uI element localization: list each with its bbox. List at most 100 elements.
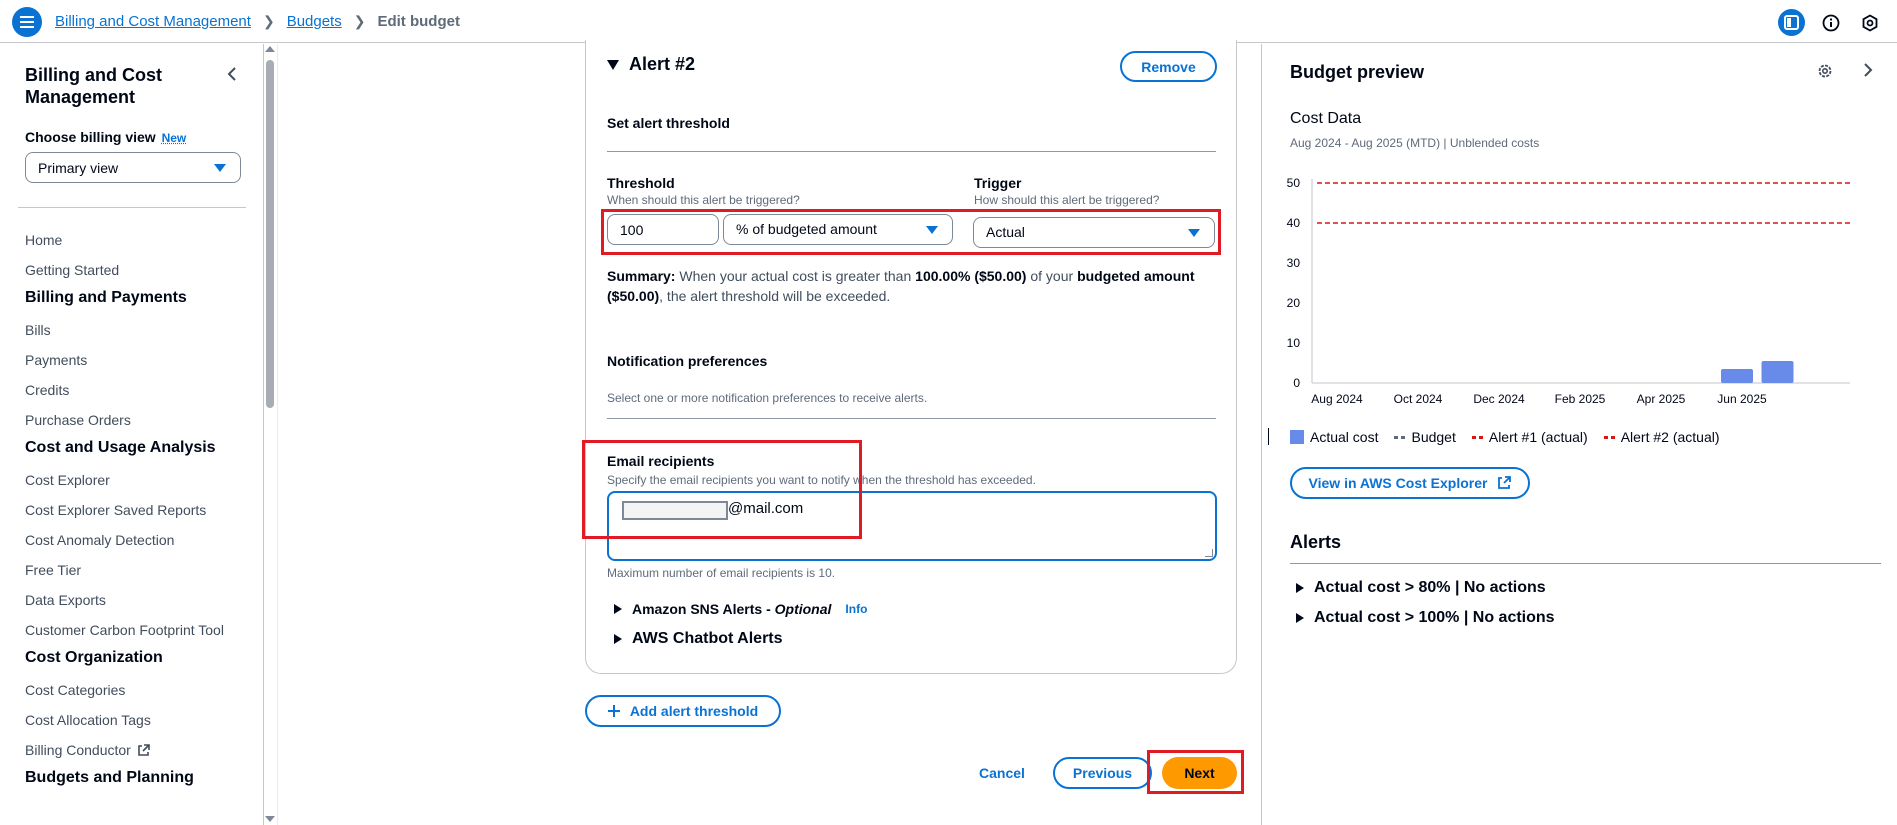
- sidebar-item-cost-categories[interactable]: Cost Categories: [25, 682, 240, 712]
- y-tick-label: 20: [1287, 296, 1301, 310]
- sidebar-heading-cost-organization: Cost Organization: [25, 649, 163, 666]
- new-badge[interactable]: New: [162, 131, 187, 145]
- gear-icon[interactable]: [1816, 62, 1836, 82]
- alert-expander[interactable]: Alert #2: [607, 54, 695, 75]
- sns-alerts-expander[interactable]: Amazon SNS Alerts - Optional Info: [614, 601, 867, 617]
- y-tick-label: 30: [1287, 256, 1301, 270]
- cost-chart: 0 10 20 30 40 50 Aug 2024 Oct 2024 Dec 2024 Feb 2…: [1287, 176, 1850, 406]
- x-tick-label: Oct 2024: [1394, 392, 1443, 406]
- panel-toggle-icon[interactable]: [1778, 9, 1805, 36]
- legend-swatch: [1603, 435, 1615, 439]
- billing-view-label: Choose billing view New: [25, 129, 186, 145]
- panel-divider: [1261, 44, 1262, 825]
- legend-item-alert-1[interactable]: Alert #1 (actual): [1471, 429, 1588, 445]
- sidebar-item-data-exports[interactable]: Data Exports: [25, 592, 240, 622]
- billing-view-value: Primary view: [38, 160, 119, 176]
- sidebar-divider: [18, 207, 246, 208]
- sidebar-heading-billing-payments: Billing and Payments: [25, 289, 187, 306]
- legend-swatch: [1290, 430, 1304, 444]
- add-alert-threshold-button[interactable]: Add alert threshold: [585, 695, 781, 727]
- sidebar-scrollbar-thumb[interactable]: [266, 60, 274, 408]
- threshold-section-title: Set alert threshold: [607, 115, 730, 131]
- alert-summary: Summary: When your actual cost is greate…: [607, 266, 1219, 306]
- remove-button[interactable]: Remove: [1120, 51, 1217, 82]
- scroll-down-arrow-icon[interactable]: [265, 816, 275, 822]
- alert-row-label: Actual cost > 80% | No actions: [1314, 579, 1546, 596]
- top-icons: [1778, 9, 1883, 36]
- sns-info-link[interactable]: Info: [845, 602, 867, 616]
- external-link-icon: [1498, 476, 1512, 489]
- sidebar-item-anomaly-detection[interactable]: Cost Anomaly Detection: [25, 532, 240, 562]
- caret-right-icon: [1296, 583, 1304, 593]
- sidebar-item-getting-started[interactable]: Getting Started: [25, 262, 240, 292]
- caret-down-icon: [1188, 229, 1200, 237]
- billing-view-select[interactable]: Primary view: [25, 152, 241, 183]
- scroll-up-arrow-icon[interactable]: [265, 46, 275, 52]
- caret-down-icon: [926, 226, 938, 234]
- info-icon[interactable]: [1817, 9, 1844, 36]
- collapse-sidebar-icon[interactable]: [222, 64, 242, 84]
- email-domain-text: @mail.com: [728, 500, 804, 517]
- legend-item-actual-cost[interactable]: Actual cost: [1290, 429, 1378, 445]
- sidebar-item-billing-conductor[interactable]: Billing Conductor: [25, 742, 240, 772]
- section-divider: [607, 418, 1216, 419]
- threshold-input[interactable]: 100: [607, 214, 719, 245]
- breadcrumb-budgets[interactable]: Budgets: [287, 13, 342, 30]
- settings-hexagon-icon[interactable]: [1856, 9, 1883, 36]
- legend-swatch: [1471, 435, 1483, 439]
- alert-row-2[interactable]: Actual cost > 100% | No actions: [1296, 609, 1555, 627]
- chart-legend: Actual cost Budget Alert #1 (actual) Ale…: [1290, 429, 1720, 445]
- sidebar-item-cost-allocation-tags[interactable]: Cost Allocation Tags: [25, 712, 240, 742]
- legend-item-budget[interactable]: Budget: [1394, 429, 1456, 445]
- summary-text-1: When your actual cost is greater than: [675, 268, 916, 284]
- sidebar: Billing and Cost Management Choose billi…: [0, 44, 264, 825]
- sidebar-item-free-tier[interactable]: Free Tier: [25, 562, 240, 592]
- chatbot-alerts-expander[interactable]: AWS Chatbot Alerts: [614, 630, 783, 648]
- caret-down-icon: [214, 164, 226, 172]
- threshold-unit-select[interactable]: % of budgeted amount: [723, 214, 953, 245]
- section-divider: [607, 151, 1216, 152]
- next-button[interactable]: Next: [1162, 757, 1237, 789]
- chevron-right-icon[interactable]: [1862, 62, 1882, 82]
- view-in-cost-explorer-button[interactable]: View in AWS Cost Explorer: [1290, 467, 1530, 499]
- alert-title: Alert #2: [629, 54, 696, 74]
- breadcrumb: Billing and Cost Management ❯ Budgets ❯ …: [55, 13, 460, 30]
- resize-grip-icon[interactable]: [1205, 549, 1213, 557]
- billing-view-label-text: Choose billing view: [25, 129, 156, 145]
- sidebar-item-credits[interactable]: Credits: [25, 382, 240, 412]
- sidebar-item-payments[interactable]: Payments: [25, 352, 240, 382]
- add-alert-threshold-label: Add alert threshold: [629, 703, 759, 719]
- email-recipients-textarea[interactable]: @mail.com: [607, 491, 1217, 561]
- chatbot-alerts-label: AWS Chatbot Alerts: [632, 630, 783, 647]
- sidebar-heading-budgets-planning: Budgets and Planning: [25, 769, 194, 786]
- alerts-divider: [1290, 563, 1881, 564]
- sidebar-heading-cost-usage: Cost and Usage Analysis: [25, 439, 216, 456]
- y-tick-label: 40: [1287, 216, 1301, 230]
- trigger-select[interactable]: Actual: [973, 217, 1215, 248]
- menu-icon[interactable]: [12, 7, 42, 37]
- y-tick-label: 50: [1287, 176, 1301, 190]
- bar-actual-cost: [1761, 361, 1794, 383]
- previous-button[interactable]: Previous: [1053, 757, 1152, 789]
- breadcrumb-billing[interactable]: Billing and Cost Management: [55, 13, 251, 30]
- external-link-icon: [137, 744, 150, 760]
- email-recipients-description: Specify the email recipients you want to…: [607, 473, 1036, 487]
- alert-row-1[interactable]: Actual cost > 80% | No actions: [1296, 579, 1546, 597]
- summary-text-2: of your: [1026, 268, 1078, 284]
- sidebar-item-purchase-orders[interactable]: Purchase Orders: [25, 412, 240, 442]
- sidebar-item-saved-reports[interactable]: Cost Explorer Saved Reports: [25, 502, 240, 532]
- sidebar-item-home[interactable]: Home: [25, 232, 240, 262]
- sidebar-item-bills[interactable]: Bills: [25, 322, 240, 352]
- sidebar-item-carbon-footprint[interactable]: Customer Carbon Footprint Tool: [25, 622, 240, 652]
- bar-actual-cost: [1721, 369, 1753, 383]
- cancel-button[interactable]: Cancel: [979, 765, 1025, 781]
- caret-right-icon: [614, 634, 622, 644]
- summary-percent: 100.00% ($50.00): [915, 268, 1027, 284]
- sidebar-item-cost-explorer[interactable]: Cost Explorer: [25, 472, 240, 502]
- cost-data-title: Cost Data: [1290, 110, 1362, 127]
- trigger-label: Trigger: [974, 175, 1022, 191]
- threshold-label: Threshold: [607, 175, 675, 191]
- legend-item-alert-2[interactable]: Alert #2 (actual): [1603, 429, 1720, 445]
- caret-right-icon: [614, 604, 622, 614]
- y-tick-label: 10: [1287, 336, 1301, 350]
